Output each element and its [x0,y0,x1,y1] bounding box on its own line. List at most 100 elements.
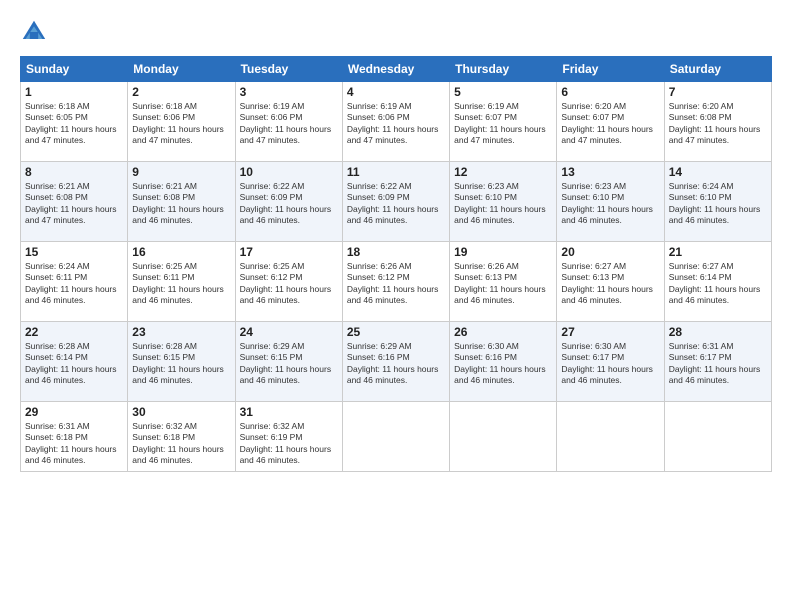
day-number: 17 [240,245,338,259]
calendar-cell [450,402,557,472]
day-number: 8 [25,165,123,179]
day-detail: Sunrise: 6:29 AM Sunset: 6:16 PM Dayligh… [347,341,445,387]
calendar-cell: 27 Sunrise: 6:30 AM Sunset: 6:17 PM Dayl… [557,322,664,402]
day-number: 21 [669,245,767,259]
day-number: 29 [25,405,123,419]
calendar-cell [342,402,449,472]
day-detail: Sunrise: 6:30 AM Sunset: 6:16 PM Dayligh… [454,341,552,387]
day-number: 28 [669,325,767,339]
day-detail: Sunrise: 6:28 AM Sunset: 6:14 PM Dayligh… [25,341,123,387]
calendar-cell: 24 Sunrise: 6:29 AM Sunset: 6:15 PM Dayl… [235,322,342,402]
day-number: 13 [561,165,659,179]
calendar-week-2: 8 Sunrise: 6:21 AM Sunset: 6:08 PM Dayli… [21,162,772,242]
day-detail: Sunrise: 6:26 AM Sunset: 6:12 PM Dayligh… [347,261,445,307]
calendar-cell: 7 Sunrise: 6:20 AM Sunset: 6:08 PM Dayli… [664,82,771,162]
calendar-cell: 16 Sunrise: 6:25 AM Sunset: 6:11 PM Dayl… [128,242,235,322]
day-detail: Sunrise: 6:22 AM Sunset: 6:09 PM Dayligh… [347,181,445,227]
day-detail: Sunrise: 6:27 AM Sunset: 6:14 PM Dayligh… [669,261,767,307]
day-number: 10 [240,165,338,179]
calendar-cell: 22 Sunrise: 6:28 AM Sunset: 6:14 PM Dayl… [21,322,128,402]
calendar-cell: 30 Sunrise: 6:32 AM Sunset: 6:18 PM Dayl… [128,402,235,472]
weekday-friday: Friday [557,57,664,82]
calendar-cell: 2 Sunrise: 6:18 AM Sunset: 6:06 PM Dayli… [128,82,235,162]
logo-icon [20,18,48,46]
day-number: 15 [25,245,123,259]
calendar-week-4: 22 Sunrise: 6:28 AM Sunset: 6:14 PM Dayl… [21,322,772,402]
day-detail: Sunrise: 6:31 AM Sunset: 6:18 PM Dayligh… [25,421,123,467]
day-number: 1 [25,85,123,99]
day-number: 7 [669,85,767,99]
day-number: 6 [561,85,659,99]
day-number: 31 [240,405,338,419]
calendar-cell: 20 Sunrise: 6:27 AM Sunset: 6:13 PM Dayl… [557,242,664,322]
day-number: 22 [25,325,123,339]
calendar-cell: 18 Sunrise: 6:26 AM Sunset: 6:12 PM Dayl… [342,242,449,322]
day-detail: Sunrise: 6:19 AM Sunset: 6:06 PM Dayligh… [347,101,445,147]
day-number: 4 [347,85,445,99]
day-number: 24 [240,325,338,339]
day-detail: Sunrise: 6:25 AM Sunset: 6:12 PM Dayligh… [240,261,338,307]
calendar-cell: 8 Sunrise: 6:21 AM Sunset: 6:08 PM Dayli… [21,162,128,242]
day-detail: Sunrise: 6:31 AM Sunset: 6:17 PM Dayligh… [669,341,767,387]
day-detail: Sunrise: 6:24 AM Sunset: 6:10 PM Dayligh… [669,181,767,227]
day-number: 27 [561,325,659,339]
weekday-thursday: Thursday [450,57,557,82]
calendar-cell: 6 Sunrise: 6:20 AM Sunset: 6:07 PM Dayli… [557,82,664,162]
calendar-cell: 23 Sunrise: 6:28 AM Sunset: 6:15 PM Dayl… [128,322,235,402]
calendar-cell: 17 Sunrise: 6:25 AM Sunset: 6:12 PM Dayl… [235,242,342,322]
day-number: 18 [347,245,445,259]
day-number: 14 [669,165,767,179]
calendar-cell: 28 Sunrise: 6:31 AM Sunset: 6:17 PM Dayl… [664,322,771,402]
calendar-cell: 14 Sunrise: 6:24 AM Sunset: 6:10 PM Dayl… [664,162,771,242]
calendar-cell: 3 Sunrise: 6:19 AM Sunset: 6:06 PM Dayli… [235,82,342,162]
calendar-cell: 21 Sunrise: 6:27 AM Sunset: 6:14 PM Dayl… [664,242,771,322]
calendar-week-1: 1 Sunrise: 6:18 AM Sunset: 6:05 PM Dayli… [21,82,772,162]
day-detail: Sunrise: 6:22 AM Sunset: 6:09 PM Dayligh… [240,181,338,227]
day-detail: Sunrise: 6:27 AM Sunset: 6:13 PM Dayligh… [561,261,659,307]
day-detail: Sunrise: 6:32 AM Sunset: 6:19 PM Dayligh… [240,421,338,467]
day-detail: Sunrise: 6:28 AM Sunset: 6:15 PM Dayligh… [132,341,230,387]
day-detail: Sunrise: 6:19 AM Sunset: 6:07 PM Dayligh… [454,101,552,147]
day-detail: Sunrise: 6:20 AM Sunset: 6:08 PM Dayligh… [669,101,767,147]
calendar-cell: 31 Sunrise: 6:32 AM Sunset: 6:19 PM Dayl… [235,402,342,472]
day-detail: Sunrise: 6:19 AM Sunset: 6:06 PM Dayligh… [240,101,338,147]
calendar-cell: 1 Sunrise: 6:18 AM Sunset: 6:05 PM Dayli… [21,82,128,162]
weekday-saturday: Saturday [664,57,771,82]
weekday-monday: Monday [128,57,235,82]
calendar-cell [664,402,771,472]
day-detail: Sunrise: 6:18 AM Sunset: 6:06 PM Dayligh… [132,101,230,147]
day-detail: Sunrise: 6:23 AM Sunset: 6:10 PM Dayligh… [454,181,552,227]
day-detail: Sunrise: 6:20 AM Sunset: 6:07 PM Dayligh… [561,101,659,147]
day-number: 9 [132,165,230,179]
day-number: 2 [132,85,230,99]
day-detail: Sunrise: 6:18 AM Sunset: 6:05 PM Dayligh… [25,101,123,147]
day-number: 5 [454,85,552,99]
header [20,18,772,46]
day-number: 20 [561,245,659,259]
day-detail: Sunrise: 6:32 AM Sunset: 6:18 PM Dayligh… [132,421,230,467]
day-detail: Sunrise: 6:21 AM Sunset: 6:08 PM Dayligh… [132,181,230,227]
day-number: 3 [240,85,338,99]
calendar-cell: 5 Sunrise: 6:19 AM Sunset: 6:07 PM Dayli… [450,82,557,162]
calendar-cell [557,402,664,472]
day-detail: Sunrise: 6:23 AM Sunset: 6:10 PM Dayligh… [561,181,659,227]
day-number: 26 [454,325,552,339]
day-detail: Sunrise: 6:30 AM Sunset: 6:17 PM Dayligh… [561,341,659,387]
calendar-cell: 13 Sunrise: 6:23 AM Sunset: 6:10 PM Dayl… [557,162,664,242]
day-detail: Sunrise: 6:29 AM Sunset: 6:15 PM Dayligh… [240,341,338,387]
day-detail: Sunrise: 6:25 AM Sunset: 6:11 PM Dayligh… [132,261,230,307]
calendar-cell: 19 Sunrise: 6:26 AM Sunset: 6:13 PM Dayl… [450,242,557,322]
day-number: 16 [132,245,230,259]
logo [20,18,50,46]
calendar-week-3: 15 Sunrise: 6:24 AM Sunset: 6:11 PM Dayl… [21,242,772,322]
weekday-wednesday: Wednesday [342,57,449,82]
calendar-cell: 15 Sunrise: 6:24 AM Sunset: 6:11 PM Dayl… [21,242,128,322]
page: SundayMondayTuesdayWednesdayThursdayFrid… [0,0,792,612]
day-number: 23 [132,325,230,339]
weekday-tuesday: Tuesday [235,57,342,82]
calendar-week-5: 29 Sunrise: 6:31 AM Sunset: 6:18 PM Dayl… [21,402,772,472]
calendar-table: SundayMondayTuesdayWednesdayThursdayFrid… [20,56,772,472]
calendar-cell: 9 Sunrise: 6:21 AM Sunset: 6:08 PM Dayli… [128,162,235,242]
day-detail: Sunrise: 6:24 AM Sunset: 6:11 PM Dayligh… [25,261,123,307]
day-number: 11 [347,165,445,179]
